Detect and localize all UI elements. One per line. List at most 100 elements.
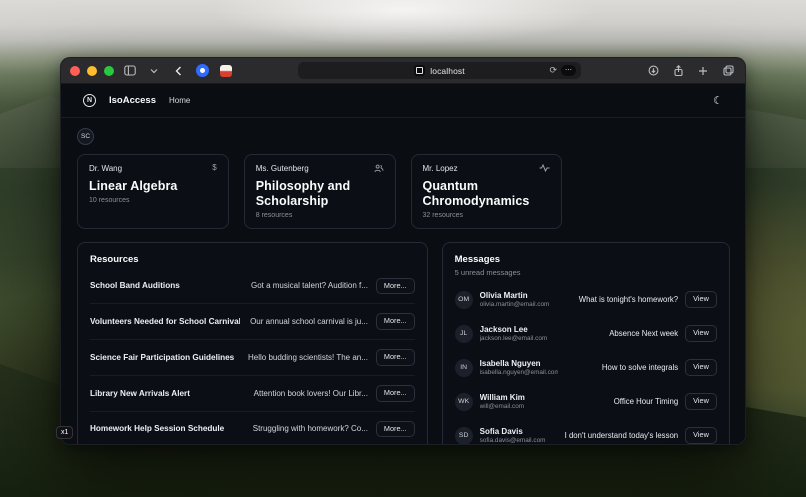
resources-title: Resources <box>90 254 415 265</box>
resources-panel: Resources School Band Auditions Got a mu… <box>77 242 428 446</box>
address-bar[interactable]: localhost ⟳ ⋯ <box>298 62 581 79</box>
message-row: SD Sofia Davis sofia.davis@email.com I d… <box>455 419 717 446</box>
sender-email: jackson.lee@email.com <box>480 335 558 342</box>
view-button[interactable]: View <box>685 393 717 410</box>
view-button[interactable]: View <box>685 359 717 376</box>
sender-name: William Kim <box>480 393 558 402</box>
browser-window: localhost ⟳ ⋯ N <box>60 57 746 445</box>
more-button[interactable]: More... <box>376 278 415 295</box>
more-button[interactable]: More... <box>376 349 415 366</box>
more-button[interactable]: More... <box>376 313 415 330</box>
view-button[interactable]: View <box>685 291 717 308</box>
minimize-window-button[interactable] <box>87 66 97 76</box>
course-card-philosophy[interactable]: Ms. Gutenberg Philosophy and Scholarship… <box>244 154 396 229</box>
resource-row: Library New Arrivals Alert Attention boo… <box>90 376 415 412</box>
sender-email: olivia.martin@email.com <box>480 301 558 308</box>
messages-panel: Messages 5 unread messages OM Olivia Mar… <box>442 242 730 446</box>
browser-toolbar: localhost ⟳ ⋯ <box>61 58 745 84</box>
avatar: SD <box>455 427 473 445</box>
resource-title: Homework Help Session Schedule <box>90 424 240 433</box>
window-controls <box>70 66 114 76</box>
app-main: SC Dr. Wang $ Linear Algebra 10 resource… <box>61 118 745 445</box>
page-more-icon[interactable]: ⋯ <box>561 65 576 76</box>
activity-icon <box>539 164 550 172</box>
toolbar-center: localhost ⟳ ⋯ <box>242 62 637 79</box>
content-panels: Resources School Band Auditions Got a mu… <box>77 242 729 446</box>
avatar: OM <box>455 291 473 309</box>
course-resource-count: 10 resources <box>89 197 217 204</box>
teacher-name: Ms. Gutenberg <box>256 164 309 173</box>
dollar-icon: $ <box>212 164 216 172</box>
zoom-window-button[interactable] <box>104 66 114 76</box>
isoaccess-logo-icon: N <box>83 94 96 107</box>
message-row: IN Isabella Nguyen isabella.nguyen@email… <box>455 351 717 385</box>
course-title: Linear Algebra <box>89 179 217 194</box>
more-button[interactable]: More... <box>376 385 415 402</box>
close-window-button[interactable] <box>70 66 80 76</box>
nav-item-home[interactable]: Home <box>169 96 190 105</box>
avatar: WK <box>455 393 473 411</box>
view-button[interactable]: View <box>685 427 717 444</box>
sender-email: will@email.com <box>480 403 558 410</box>
teacher-name: Mr. Lopez <box>423 164 458 173</box>
resource-preview: Hello budding scientists! The an... <box>248 353 368 362</box>
resource-row: Volunteers Needed for School Carnival Ou… <box>90 304 415 340</box>
reload-icon[interactable]: ⟳ <box>549 66 557 75</box>
sender-name: Olivia Martin <box>480 291 558 300</box>
course-title: Philosophy and Scholarship <box>256 179 384 209</box>
moon-icon[interactable]: ☾ <box>713 94 723 107</box>
extension-blue-icon[interactable] <box>194 64 210 78</box>
course-cards: Dr. Wang $ Linear Algebra 10 resources M… <box>77 154 729 229</box>
course-title: Quantum Chromodynamics <box>423 179 551 209</box>
message-subject: How to solve integrals <box>565 363 679 372</box>
resource-preview: Our annual school carnival is ju... <box>248 317 368 326</box>
message-row: JL Jackson Lee jackson.lee@email.com Abs… <box>455 317 717 351</box>
course-card-quantum[interactable]: Mr. Lopez Quantum Chromodynamics 32 reso… <box>411 154 563 229</box>
teacher-name: Dr. Wang <box>89 164 122 173</box>
site-badge-icon <box>414 65 425 76</box>
message-row: WK William Kim will@email.com Office Hou… <box>455 385 717 419</box>
message-subject: Office Hour Timing <box>565 397 679 406</box>
resource-row: Homework Help Session Schedule Strugglin… <box>90 412 415 446</box>
resource-title: School Band Auditions <box>90 281 240 290</box>
sidebar-icon[interactable] <box>122 64 138 78</box>
course-card-linear-algebra[interactable]: Dr. Wang $ Linear Algebra 10 resources <box>77 154 229 229</box>
messages-subtitle: 5 unread messages <box>455 268 717 277</box>
avatar: IN <box>455 359 473 377</box>
view-button[interactable]: View <box>685 325 717 342</box>
speed-indicator-badge: x1 <box>56 426 73 439</box>
resources-list: School Band Auditions Got a musical tale… <box>90 269 415 446</box>
chevron-down-icon[interactable] <box>146 64 162 78</box>
message-subject: I don't understand today's lesson <box>565 431 679 440</box>
downloads-icon[interactable] <box>645 64 661 78</box>
message-row: OM Olivia Martin olivia.martin@email.com… <box>455 283 717 317</box>
new-tab-icon[interactable] <box>695 64 711 78</box>
app-page: N IsoAccess Home ☾ SC Dr. Wang $ Linear … <box>61 84 745 445</box>
toolbar-right <box>645 64 736 78</box>
resource-title: Volunteers Needed for School Carnival <box>90 317 240 326</box>
message-subject: Absence Next week <box>565 329 679 338</box>
messages-list: OM Olivia Martin olivia.martin@email.com… <box>455 283 717 446</box>
sender-name: Jackson Lee <box>480 325 558 334</box>
messages-title: Messages <box>455 254 717 265</box>
resource-preview: Attention book lovers! Our Libr... <box>248 389 368 398</box>
avatar: JL <box>455 325 473 343</box>
brand-title[interactable]: IsoAccess <box>109 95 156 106</box>
extension-color-icon[interactable] <box>218 64 234 78</box>
sender-name: Sofia Davis <box>480 427 558 436</box>
resource-preview: Got a musical talent? Audition f... <box>248 281 368 290</box>
course-resource-count: 8 resources <box>256 212 384 219</box>
resource-title: Library New Arrivals Alert <box>90 389 240 398</box>
share-icon[interactable] <box>670 64 686 78</box>
back-icon[interactable] <box>170 64 186 78</box>
more-button[interactable]: More... <box>376 421 415 438</box>
course-resource-count: 32 resources <box>423 212 551 219</box>
sender-email: isabella.nguyen@email.com <box>480 369 558 376</box>
user-avatar[interactable]: SC <box>77 128 94 145</box>
users-icon <box>374 164 384 173</box>
resource-row: Science Fair Participation Guidelines He… <box>90 340 415 376</box>
sender-name: Isabella Nguyen <box>480 359 558 368</box>
resource-preview: Struggling with homework? Co... <box>248 424 368 433</box>
tab-overview-icon[interactable] <box>720 64 736 78</box>
sender-email: sofia.davis@email.com <box>480 437 558 444</box>
